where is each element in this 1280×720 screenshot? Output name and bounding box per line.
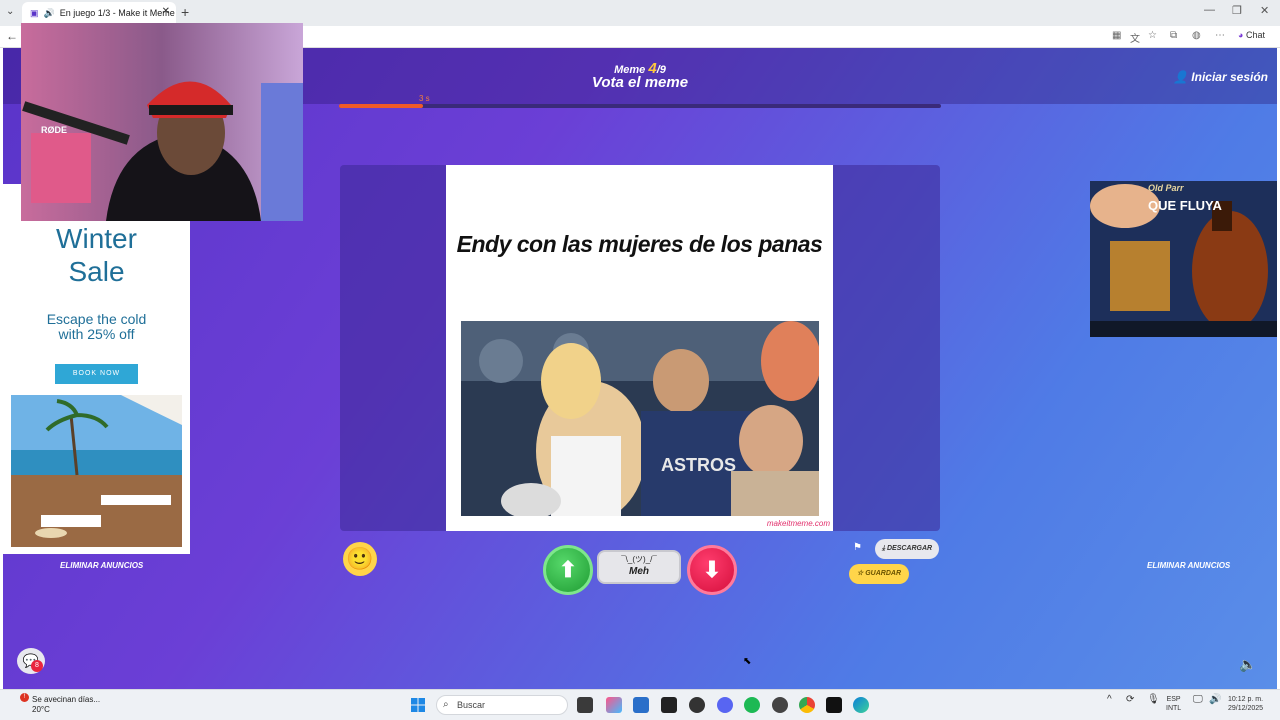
davinci-icon[interactable] [772, 697, 788, 713]
tab-audio-icon[interactable]: 🔊 [44, 8, 55, 19]
ad-right-slogan: QUE FLUYA [1148, 198, 1222, 213]
vote-meh-button[interactable]: ¯\_(ツ)_/¯ Meh [597, 550, 681, 584]
weather-alert-badge: ! [20, 693, 29, 702]
weather-temp: 20°C [32, 705, 50, 714]
microphone-icon[interactable]: 🎙 [1147, 695, 1160, 705]
store-icon[interactable] [633, 697, 649, 713]
meh-label: Meh [629, 566, 649, 577]
chat-label: Chat [1245, 30, 1265, 40]
task-view-icon[interactable] [577, 697, 593, 713]
lang-bottom: INTL [1166, 705, 1182, 712]
edge-icon[interactable] [853, 697, 869, 713]
minimize-icon[interactable]: — [1204, 4, 1215, 16]
discord-icon[interactable] [717, 697, 733, 713]
tab-make-it-meme[interactable]: ▣ 🔊 En juego 1/3 - Make it Meme ✕ [22, 2, 176, 24]
ad-left-subtitle: Escape the cold with 25% off [46, 311, 147, 342]
mouse-cursor-icon: ⬉ [743, 656, 752, 667]
download-button[interactable]: ⤓ DESCARGAR [875, 539, 939, 559]
back-arrow-icon[interactable]: ← [6, 29, 18, 43]
vote-down-button[interactable]: ⬇ [687, 545, 737, 595]
svg-text:RØDE: RØDE [41, 125, 67, 135]
meme-watermark: makeitmeme.com [766, 519, 830, 528]
maximize-icon[interactable]: ❐ [1232, 4, 1242, 17]
close-window-icon[interactable]: ✕ [1260, 4, 1269, 17]
language-indicator[interactable]: ESP INTL [1166, 695, 1181, 713]
user-icon: 👤 [1173, 70, 1188, 84]
save-label: GUARDAR [865, 570, 901, 577]
ad-left-title: Winter Sale [56, 223, 137, 287]
clock-date: 29/12/2025 [1228, 705, 1264, 712]
shrug-symbol: ¯\_(ツ)_/¯ [621, 555, 657, 564]
chrome-icon[interactable] [799, 697, 815, 713]
meme-caption: Endy con las mujeres de los panas [456, 231, 823, 257]
windows-taskbar: ! Se avecinan días... 20°C ⌕ Buscar ^ ⟳ … [0, 689, 1280, 720]
arrow-down-icon: ⬇ [702, 557, 722, 582]
smile-emoji-icon: 🙂 [346, 546, 374, 571]
search-icon: ⌕ [443, 699, 449, 710]
remove-ads-right-link[interactable]: ELIMINAR ANUNCIOS [1147, 561, 1230, 570]
login-label: Iniciar sesión [1191, 70, 1268, 84]
tab-title: En juego 1/3 - Make it Meme [59, 8, 175, 18]
remove-ads-left-link[interactable]: ELIMINAR ANUNCIOS [60, 561, 143, 570]
profile-avatar-icon[interactable]: ◍ [1192, 30, 1201, 41]
timer-fill [339, 104, 424, 108]
more-menu-icon[interactable]: ⋯ [1215, 30, 1225, 41]
vote-up-button[interactable]: ⬆ [543, 545, 593, 595]
tab-favicon-icon: ▣ [30, 7, 39, 18]
webcam-overlay: RØDE [21, 23, 303, 221]
copilot-chat-button[interactable]: ◕ Chat [1238, 30, 1265, 40]
clock[interactable]: 10:12 p. m. 29/12/2025 [1228, 695, 1263, 713]
clock-time: 10:12 p. m. [1228, 696, 1264, 703]
spotify-icon[interactable] [744, 697, 760, 713]
favorite-star-icon[interactable]: ☆ [1148, 30, 1157, 41]
report-flag-icon[interactable]: ⚑ [853, 542, 862, 553]
ad-right-brand: Old Parr [1148, 183, 1184, 193]
search-placeholder: Buscar [457, 700, 486, 710]
chat-unread-badge: 8 [31, 660, 43, 672]
arrow-up-icon: ⬆ [558, 557, 578, 582]
taskbar-search-input[interactable]: ⌕ Buscar [436, 695, 568, 715]
tab-list-chevron-icon[interactable]: ⌄ [6, 6, 14, 17]
weather-title: Se avecinan días... [32, 695, 101, 704]
network-icon[interactable]: 🖵 [1193, 695, 1203, 705]
new-tab-button[interactable]: + [181, 4, 189, 20]
ad-left-image [11, 395, 182, 547]
reaction-emoji-button[interactable]: 🙂 [343, 542, 377, 576]
tray-sync-icon[interactable]: ⟳ [1126, 695, 1134, 705]
timer-label: 3 s [419, 94, 430, 103]
book-now-button[interactable]: BOOK NOW [55, 364, 138, 384]
sound-toggle-icon[interactable]: 🔈 [1239, 656, 1256, 673]
volume-icon[interactable]: 🔊 [1209, 695, 1221, 705]
meme-card: Endy con las mujeres de los panas ASTROS… [446, 165, 833, 531]
save-button[interactable]: ☆ GUARDAR [849, 564, 909, 584]
copilot-icon: ◕ [1238, 30, 1244, 40]
tab-close-icon[interactable]: ✕ [162, 6, 170, 17]
ad-right[interactable]: Old Parr QUE FLUYA [1090, 181, 1277, 337]
collections-icon[interactable]: ⧉ [1170, 30, 1177, 41]
login-button[interactable]: 👤 Iniciar sesión [1173, 70, 1268, 84]
copilot-app-icon[interactable] [606, 697, 622, 713]
obs-icon[interactable] [689, 697, 705, 713]
split-screen-icon[interactable]: ▦ [1112, 30, 1121, 41]
windows-start-icon[interactable] [411, 698, 425, 712]
download-label: DESCARGAR [886, 545, 933, 552]
svg-text:ASTROS: ASTROS [661, 455, 736, 475]
star-icon: ☆ [856, 570, 864, 577]
lang-top: ESP [1166, 696, 1181, 703]
meme-photo: ASTROS [461, 321, 819, 516]
epic-games-icon[interactable] [826, 697, 842, 713]
weather-widget[interactable]: Se avecinan días... 20°C [32, 695, 100, 715]
tray-overflow-icon[interactable]: ^ [1107, 695, 1112, 705]
timer-bar [339, 104, 941, 108]
capcut-icon[interactable] [661, 697, 677, 713]
translate-icon[interactable]: 文 [1130, 30, 1140, 45]
ad-left[interactable]: Winter Sale Escape the cold with 25% off… [3, 184, 190, 554]
download-icon: ⤓ [881, 545, 886, 552]
